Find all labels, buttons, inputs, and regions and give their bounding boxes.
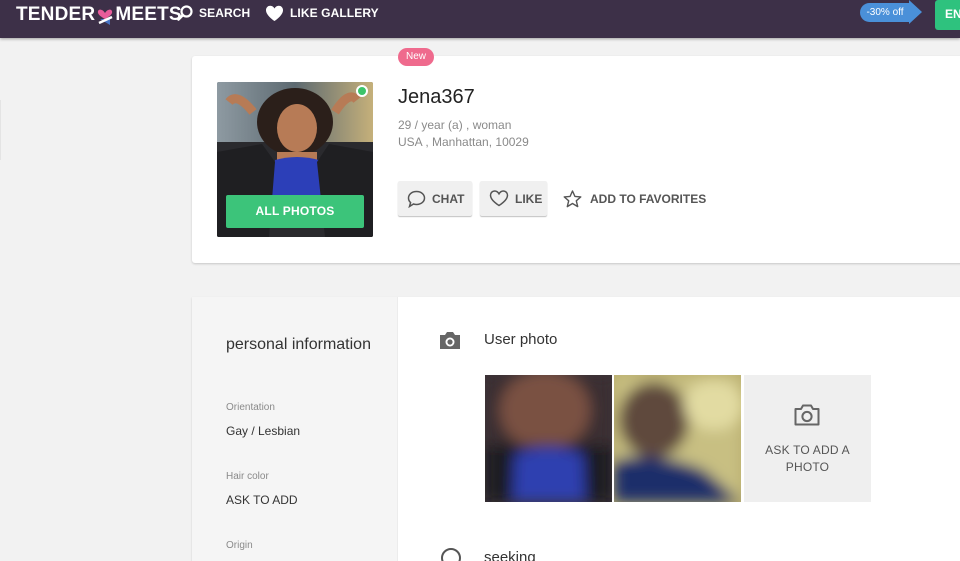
- discount-arrow: [909, 0, 922, 24]
- profile-username: Jena367: [398, 86, 475, 108]
- chat-button[interactable]: CHAT: [398, 181, 472, 216]
- camera-outline-icon: [793, 403, 821, 432]
- seeking-section-title: seeking: [484, 549, 536, 561]
- like-button[interactable]: LIKE: [480, 181, 547, 216]
- user-photo-thumbnail[interactable]: [485, 375, 612, 502]
- orientation-label: Orientation: [226, 402, 275, 413]
- ask-to-add-photo-tile[interactable]: ASK TO ADD A PHOTO: [744, 375, 871, 502]
- camera-icon: [438, 330, 462, 356]
- search-icon: [177, 5, 193, 21]
- nav-search-label: SEARCH: [199, 6, 251, 20]
- profile-location: USA , Manhattan, 10029: [398, 135, 529, 149]
- search-icon: [441, 548, 461, 561]
- logo-text-meets: MEETS: [115, 4, 182, 25]
- nav-like-gallery-link[interactable]: LIKE GALLERY: [265, 4, 379, 22]
- nav-search-link[interactable]: SEARCH: [177, 4, 250, 22]
- site-logo[interactable]: TENDER MEETS: [16, 4, 182, 26]
- profile-age-gender: 29 / year (a) , woman: [398, 118, 512, 132]
- add-to-favorites-label: ADD TO FAVORITES: [590, 192, 707, 206]
- discount-badge[interactable]: -30% off: [860, 0, 922, 24]
- discount-label: -30% off: [860, 3, 910, 22]
- star-outline-icon: [563, 190, 582, 208]
- hair-color-label: Hair color: [226, 471, 269, 482]
- nav-like-gallery-label: LIKE GALLERY: [290, 6, 379, 20]
- add-to-favorites-button[interactable]: ADD TO FAVORITES: [563, 190, 706, 208]
- chat-button-label: CHAT: [432, 191, 465, 206]
- chat-bubble-icon: [407, 190, 426, 208]
- new-badge: New: [398, 48, 435, 66]
- personal-info-title: personal information: [226, 336, 371, 353]
- logo-text-tender: TENDER: [16, 4, 96, 25]
- user-photo-thumbnail[interactable]: [614, 375, 741, 502]
- heart-icon: [266, 5, 283, 21]
- left-edge-divider: [0, 100, 1, 160]
- heart-logo-icon: [96, 5, 114, 25]
- heart-outline-icon: [489, 190, 509, 207]
- like-button-label: LIKE: [515, 191, 543, 206]
- orientation-value: Gay / Lesbian: [226, 424, 301, 438]
- ask-to-add-photo-label: ASK TO ADD A PHOTO: [765, 443, 850, 474]
- online-status-dot: [356, 85, 368, 97]
- all-photos-button[interactable]: ALL PHOTOS: [226, 195, 364, 228]
- origin-label: Origin: [226, 540, 253, 551]
- top-navigation-bar: TENDER MEETS SEARCH LIKE GALLERY -30% of…: [0, 0, 960, 38]
- hair-color-ask-to-add[interactable]: ASK TO ADD: [226, 493, 298, 507]
- language-button[interactable]: EN: [935, 0, 960, 30]
- user-photo-section-title: User photo: [484, 331, 558, 348]
